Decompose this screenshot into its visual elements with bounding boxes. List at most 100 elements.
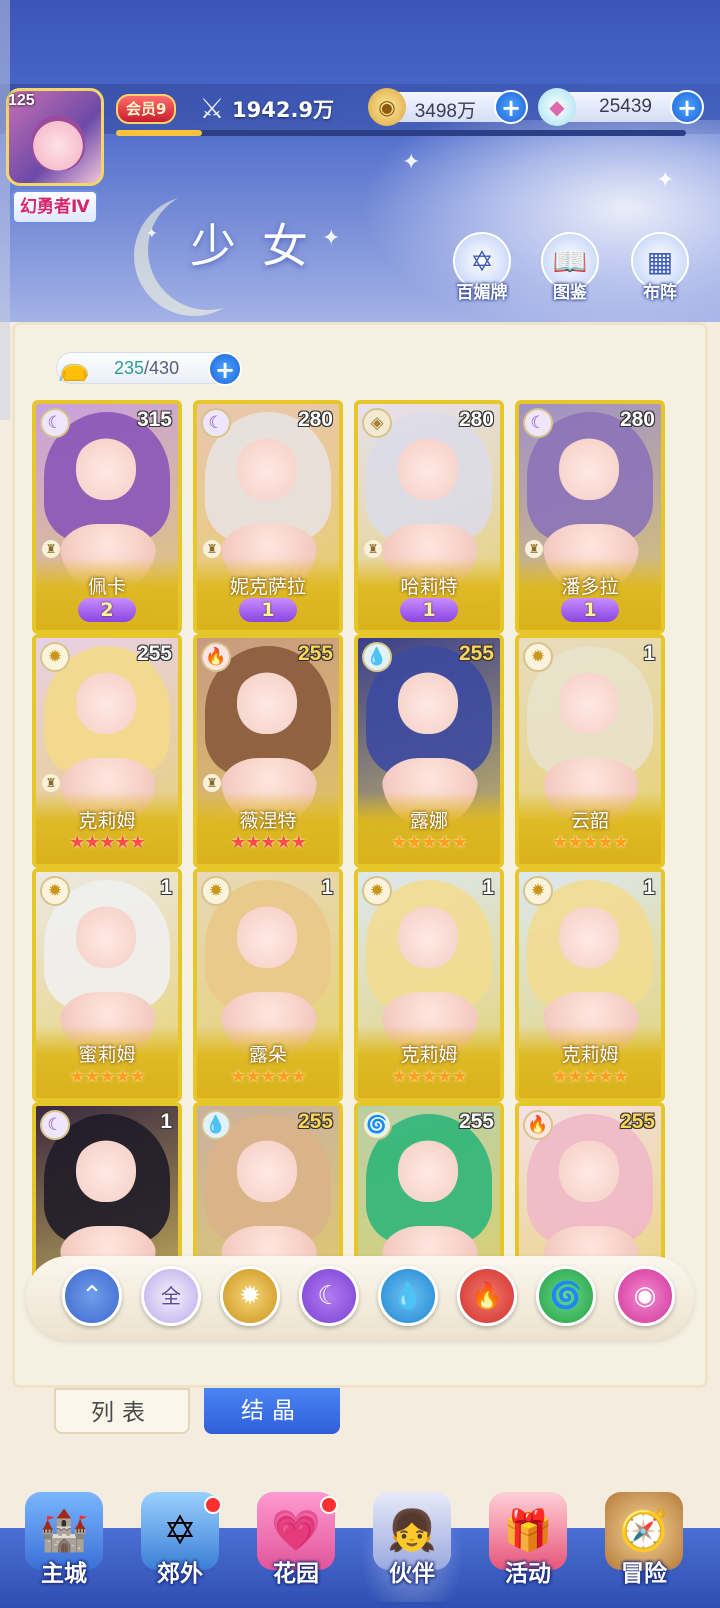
sun-icon: ✹ <box>239 1281 261 1311</box>
sun-icon: ✹ <box>362 876 392 906</box>
portrait-face <box>76 1138 136 1202</box>
character-card[interactable]: 🔥 255 ♜ 薇涅特 ★★★★★ <box>193 634 343 868</box>
filter-special-button[interactable]: ◉ <box>615 1266 675 1326</box>
portrait-face <box>398 436 458 500</box>
character-card[interactable]: 💧 255 <box>193 1102 343 1280</box>
star-rating: ★★★★★ <box>69 1066 146 1087</box>
character-name: 佩卡 <box>87 576 126 598</box>
character-card[interactable]: ✹ 1 蜜莉姆 ★★★★★ <box>32 868 182 1102</box>
character-card[interactable]: 💧 255 露娜 ★★★★★ <box>354 634 504 868</box>
moon-icon: ☾ <box>201 408 231 438</box>
character-card[interactable]: 🔥 255 <box>515 1102 665 1280</box>
notification-dot <box>320 1496 338 1514</box>
character-card[interactable]: ☾ 315 ♜ 佩卡 2 <box>32 400 182 634</box>
nav-label: 活动 <box>505 1561 551 1587</box>
vip-badge[interactable]: 会员9 <box>116 94 177 124</box>
character-card[interactable]: ✹ 1 克莉姆 ★★★★★ <box>354 868 504 1102</box>
avatar-face <box>31 115 85 171</box>
baimei-card-button[interactable]: ✡ 百媚牌 <box>446 232 518 304</box>
fire-icon: 🔥 <box>523 1110 553 1140</box>
tab-list[interactable]: 列表 <box>54 1388 190 1434</box>
character-card[interactable]: ◈ 280 ♜ 哈莉特 1 <box>354 400 504 634</box>
filter-sun-button[interactable]: ✹ <box>220 1266 280 1326</box>
character-card[interactable]: ✹ 1 露朵 ★★★★★ <box>193 868 343 1102</box>
sun-icon: ✹ <box>523 642 553 672</box>
character-level: 255 <box>297 1110 333 1133</box>
awaken-rank-badge: 1 <box>239 598 297 622</box>
tab-crystal[interactable]: 结晶 <box>204 1388 340 1434</box>
chevron-up-icon: ⌃ <box>81 1281 103 1311</box>
wind-icon: 🌀 <box>362 1110 392 1140</box>
gem-value: 25439 <box>599 96 652 117</box>
filter-all-button[interactable]: 全 <box>141 1266 201 1326</box>
capacity-current: 235 <box>114 358 145 378</box>
character-level: 315 <box>136 408 172 431</box>
player-title-badge[interactable]: 幻勇者Ⅳ <box>12 190 98 224</box>
nav-item-6[interactable]: 🧭 冒险 <box>592 1492 696 1602</box>
water-icon: 💧 <box>362 642 392 672</box>
star-rating: ★★★★★ <box>391 1066 468 1087</box>
character-level: 1 <box>643 876 655 899</box>
sparkle-icon: ✦ <box>146 226 158 242</box>
add-gem-button[interactable]: + <box>670 90 704 124</box>
character-card[interactable]: ☾ 280 ♜ 妮克萨拉 1 <box>193 400 343 634</box>
character-level: 1 <box>160 1110 172 1133</box>
portrait-face <box>76 904 136 968</box>
coin-icon: ◉ <box>368 88 406 126</box>
sun-icon: ✹ <box>40 876 70 906</box>
portrait-face <box>398 904 458 968</box>
star-rating: ★★★★★ <box>552 1066 629 1087</box>
header-banner: ✦ ✦ ✦ ✦ <box>0 0 720 322</box>
rook-icon: ♜ <box>203 774 221 792</box>
star-rating: ★★★★★ <box>230 1066 307 1087</box>
character-card[interactable]: ✹ 255 ♜ 克莉姆 ★★★★★ <box>32 634 182 868</box>
character-name: 克莉姆 <box>561 1044 619 1066</box>
sparkle-icon: ✦ <box>656 168 675 193</box>
add-gold-button[interactable]: + <box>494 90 528 124</box>
gem-icon: ◆ <box>538 88 576 126</box>
nav-item-1[interactable]: 🏰 主城 <box>12 1492 116 1602</box>
character-card[interactable]: ✹ 1 云韶 ★★★★★ <box>515 634 665 868</box>
add-capacity-button[interactable]: + <box>208 352 242 386</box>
sun-icon: ✹ <box>40 642 70 672</box>
fire-icon: 🔥 <box>201 642 231 672</box>
character-card[interactable]: ☾ 280 ♜ 潘多拉 1 <box>515 400 665 634</box>
filter-water-button[interactable]: 💧 <box>378 1266 438 1326</box>
character-card[interactable]: ✹ 1 克莉姆 ★★★★★ <box>515 868 665 1102</box>
nav-item-3[interactable]: 💗 花园 <box>244 1492 348 1602</box>
character-card[interactable]: 🌀 255 <box>354 1102 504 1280</box>
portrait-face <box>559 904 619 968</box>
filter-fire-button[interactable]: 🔥 <box>457 1266 517 1326</box>
filter-moon-button[interactable]: ☾ <box>299 1266 359 1326</box>
filter-wind-button[interactable]: 🌀 <box>536 1266 596 1326</box>
nav-label: 主城 <box>41 1561 87 1587</box>
portrait-face <box>559 436 619 500</box>
exp-bar-fill <box>116 130 202 136</box>
portrait-face <box>398 1138 458 1202</box>
rook-icon: ♜ <box>525 540 543 558</box>
gem-resource: ◆ 25439 + <box>538 88 704 126</box>
awaken-rank-badge: 1 <box>561 598 619 622</box>
collection-button[interactable]: 📖 图鉴 <box>534 232 606 304</box>
character-level: 1 <box>321 876 333 899</box>
nav-label: 郊外 <box>157 1561 203 1587</box>
character-grid: ☾ 315 ♜ 佩卡 2 ☾ 280 ♜ 妮克萨拉 1 ◈ 280 ♜ 哈莉特 1 ☾ 280 ♜ 潘多拉 1 ✹ 255… <box>32 400 688 1280</box>
rook-icon: ♜ <box>42 540 60 558</box>
character-name: 露娜 <box>409 810 448 832</box>
rook-icon: ♜ <box>203 540 221 558</box>
portrait-face <box>237 1138 297 1202</box>
character-card[interactable]: ☾ 1 <box>32 1102 182 1280</box>
star-rating: ★★★★★ <box>391 832 468 853</box>
character-name: 薇涅特 <box>239 810 297 832</box>
nav-item-4[interactable]: 👧 伙伴 <box>360 1492 464 1602</box>
character-level: 255 <box>458 642 494 665</box>
character-level: 280 <box>619 408 655 431</box>
nav-item-5[interactable]: 🎁 活动 <box>476 1492 580 1602</box>
sparkle-icon: ✦ <box>402 150 421 175</box>
filter-sort-button[interactable]: ⌃ <box>62 1266 122 1326</box>
nav-item-2[interactable]: ✡ 郊外 <box>128 1492 232 1602</box>
star-rating: ★★★★★ <box>230 832 307 853</box>
character-name: 云韶 <box>570 810 609 832</box>
formation-button[interactable]: ▦ 布阵 <box>624 232 696 304</box>
portrait-face <box>559 1138 619 1202</box>
